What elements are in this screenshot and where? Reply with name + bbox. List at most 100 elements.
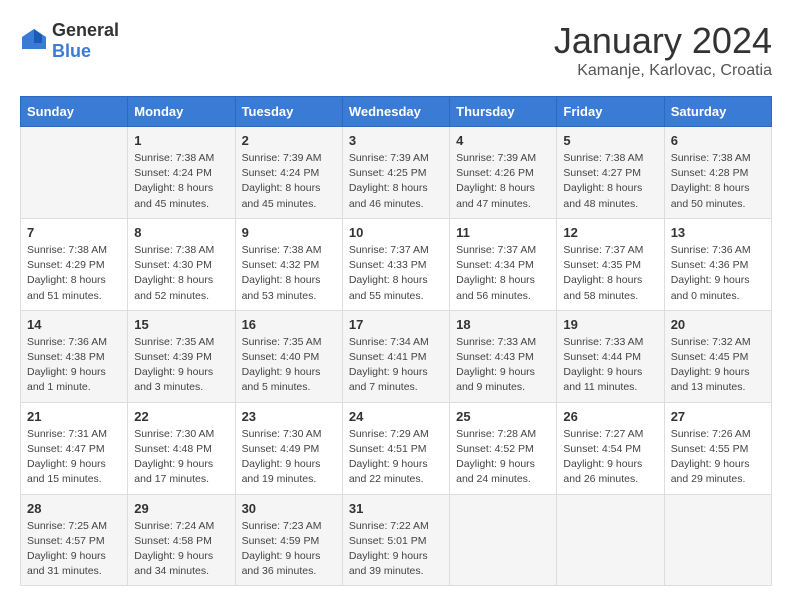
calendar-cell: 13 Sunrise: 7:36 AMSunset: 4:36 PMDayligh… [664,218,771,310]
week-row-3: 14 Sunrise: 7:36 AMSunset: 4:38 PMDayligh… [21,310,772,402]
week-row-1: 1 Sunrise: 7:38 AMSunset: 4:24 PMDaylight… [21,127,772,219]
calendar-cell: 27 Sunrise: 7:26 AMSunset: 4:55 PMDayligh… [664,402,771,494]
day-info: Sunrise: 7:37 AMSunset: 4:35 PMDaylight:… [563,243,657,304]
day-header-friday: Friday [557,97,664,127]
day-number: 17 [349,317,443,332]
day-info: Sunrise: 7:38 AMSunset: 4:29 PMDaylight:… [27,243,121,304]
day-number: 15 [134,317,228,332]
day-number: 19 [563,317,657,332]
day-number: 6 [671,133,765,148]
day-number: 22 [134,409,228,424]
day-info: Sunrise: 7:28 AMSunset: 4:52 PMDaylight:… [456,427,550,488]
day-info: Sunrise: 7:30 AMSunset: 4:49 PMDaylight:… [242,427,336,488]
day-number: 12 [563,225,657,240]
day-number: 24 [349,409,443,424]
calendar-cell: 31 Sunrise: 7:22 AMSunset: 5:01 PMDayligh… [342,494,449,586]
day-number: 30 [242,501,336,516]
day-number: 14 [27,317,121,332]
calendar-cell: 1 Sunrise: 7:38 AMSunset: 4:24 PMDaylight… [128,127,235,219]
day-info: Sunrise: 7:26 AMSunset: 4:55 PMDaylight:… [671,427,765,488]
day-number: 21 [27,409,121,424]
calendar-cell: 19 Sunrise: 7:33 AMSunset: 4:44 PMDayligh… [557,310,664,402]
days-header-row: SundayMondayTuesdayWednesdayThursdayFrid… [21,97,772,127]
day-number: 10 [349,225,443,240]
day-number: 28 [27,501,121,516]
day-number: 8 [134,225,228,240]
calendar-cell: 5 Sunrise: 7:38 AMSunset: 4:27 PMDaylight… [557,127,664,219]
calendar-cell: 28 Sunrise: 7:25 AMSunset: 4:57 PMDayligh… [21,494,128,586]
calendar-cell [21,127,128,219]
calendar-cell: 14 Sunrise: 7:36 AMSunset: 4:38 PMDayligh… [21,310,128,402]
calendar-cell: 6 Sunrise: 7:38 AMSunset: 4:28 PMDaylight… [664,127,771,219]
calendar-cell: 24 Sunrise: 7:29 AMSunset: 4:51 PMDayligh… [342,402,449,494]
day-number: 7 [27,225,121,240]
day-number: 20 [671,317,765,332]
calendar-cell [450,494,557,586]
calendar-cell: 17 Sunrise: 7:34 AMSunset: 4:41 PMDayligh… [342,310,449,402]
day-header-thursday: Thursday [450,97,557,127]
day-info: Sunrise: 7:34 AMSunset: 4:41 PMDaylight:… [349,335,443,396]
day-info: Sunrise: 7:29 AMSunset: 4:51 PMDaylight:… [349,427,443,488]
location-subtitle: Kamanje, Karlovac, Croatia [554,62,772,80]
week-row-5: 28 Sunrise: 7:25 AMSunset: 4:57 PMDayligh… [21,494,772,586]
day-info: Sunrise: 7:37 AMSunset: 4:34 PMDaylight:… [456,243,550,304]
day-header-wednesday: Wednesday [342,97,449,127]
calendar-cell: 26 Sunrise: 7:27 AMSunset: 4:54 PMDayligh… [557,402,664,494]
logo-blue-text: Blue [52,41,91,61]
calendar-cell: 3 Sunrise: 7:39 AMSunset: 4:25 PMDaylight… [342,127,449,219]
day-info: Sunrise: 7:35 AMSunset: 4:40 PMDaylight:… [242,335,336,396]
month-title: January 2024 [554,20,772,62]
calendar-cell: 23Sunrise: 7:30 AMSunset: 4:49 PMDayligh… [235,402,342,494]
day-info: Sunrise: 7:30 AMSunset: 4:48 PMDaylight:… [134,427,228,488]
logo-general-text: General [52,20,119,40]
day-header-sunday: Sunday [21,97,128,127]
day-number: 3 [349,133,443,148]
day-number: 16 [242,317,336,332]
day-number: 31 [349,501,443,516]
day-info: Sunrise: 7:23 AMSunset: 4:59 PMDaylight:… [242,519,336,580]
day-info: Sunrise: 7:24 AMSunset: 4:58 PMDaylight:… [134,519,228,580]
calendar-cell: 11 Sunrise: 7:37 AMSunset: 4:34 PMDayligh… [450,218,557,310]
day-info: Sunrise: 7:33 AMSunset: 4:43 PMDaylight:… [456,335,550,396]
calendar-cell: 25Sunrise: 7:28 AMSunset: 4:52 PMDayligh… [450,402,557,494]
day-number: 5 [563,133,657,148]
day-info: Sunrise: 7:32 AMSunset: 4:45 PMDaylight:… [671,335,765,396]
day-info: Sunrise: 7:33 AMSunset: 4:44 PMDaylight:… [563,335,657,396]
calendar-cell: 21 Sunrise: 7:31 AMSunset: 4:47 PMDayligh… [21,402,128,494]
day-header-saturday: Saturday [664,97,771,127]
day-number: 11 [456,225,550,240]
calendar-cell [557,494,664,586]
day-info: Sunrise: 7:22 AMSunset: 5:01 PMDaylight:… [349,519,443,580]
day-info: Sunrise: 7:25 AMSunset: 4:57 PMDaylight:… [27,519,121,580]
day-info: Sunrise: 7:38 AMSunset: 4:24 PMDaylight:… [134,151,228,212]
day-number: 1 [134,133,228,148]
day-number: 4 [456,133,550,148]
day-info: Sunrise: 7:36 AMSunset: 4:36 PMDaylight:… [671,243,765,304]
day-number: 13 [671,225,765,240]
day-info: Sunrise: 7:39 AMSunset: 4:25 PMDaylight:… [349,151,443,212]
day-header-monday: Monday [128,97,235,127]
day-header-tuesday: Tuesday [235,97,342,127]
day-number: 27 [671,409,765,424]
calendar-cell: 12 Sunrise: 7:37 AMSunset: 4:35 PMDayligh… [557,218,664,310]
calendar-cell: 20 Sunrise: 7:32 AMSunset: 4:45 PMDayligh… [664,310,771,402]
calendar-cell: 18Sunrise: 7:33 AMSunset: 4:43 PMDayligh… [450,310,557,402]
calendar-table: SundayMondayTuesdayWednesdayThursdayFrid… [20,96,772,586]
day-info: Sunrise: 7:27 AMSunset: 4:54 PMDaylight:… [563,427,657,488]
day-info: Sunrise: 7:38 AMSunset: 4:30 PMDaylight:… [134,243,228,304]
calendar-cell: 15Sunrise: 7:35 AMSunset: 4:39 PMDayligh… [128,310,235,402]
day-info: Sunrise: 7:38 AMSunset: 4:28 PMDaylight:… [671,151,765,212]
day-number: 26 [563,409,657,424]
day-info: Sunrise: 7:39 AMSunset: 4:26 PMDaylight:… [456,151,550,212]
day-info: Sunrise: 7:31 AMSunset: 4:47 PMDaylight:… [27,427,121,488]
day-info: Sunrise: 7:36 AMSunset: 4:38 PMDaylight:… [27,335,121,396]
calendar-cell: 4 Sunrise: 7:39 AMSunset: 4:26 PMDaylight… [450,127,557,219]
calendar-cell: 29Sunrise: 7:24 AMSunset: 4:58 PMDayligh… [128,494,235,586]
title-area: January 2024 Kamanje, Karlovac, Croatia [554,20,772,80]
logo-icon [20,27,48,55]
calendar-cell: 10Sunrise: 7:37 AMSunset: 4:33 PMDayligh… [342,218,449,310]
day-number: 9 [242,225,336,240]
logo: General Blue [20,20,119,62]
day-info: Sunrise: 7:38 AMSunset: 4:27 PMDaylight:… [563,151,657,212]
day-info: Sunrise: 7:38 AMSunset: 4:32 PMDaylight:… [242,243,336,304]
